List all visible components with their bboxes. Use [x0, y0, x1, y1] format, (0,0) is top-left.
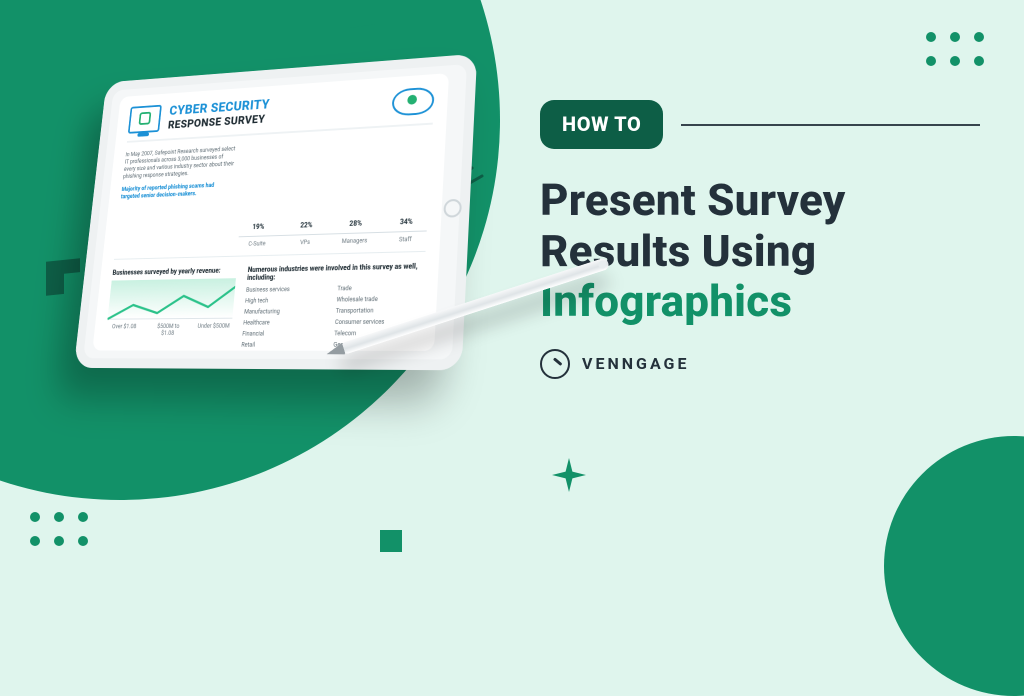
headline-line: Present Survey	[540, 175, 980, 226]
x-label: Managers	[334, 237, 375, 245]
section-title: Businesses surveyed by yearly revenue:	[112, 266, 237, 276]
bar	[290, 232, 322, 233]
bullet: Business services	[246, 284, 329, 294]
bullet: High tech	[245, 296, 328, 306]
headline-accent: Infographics	[540, 276, 980, 327]
bullet: Retail	[241, 340, 324, 349]
bar-label: 19%	[252, 223, 265, 231]
brand-name: VENNGAGE	[582, 354, 689, 373]
bullet: Wholesale trade	[336, 294, 423, 304]
bullet: Financial	[242, 329, 325, 338]
area-chart	[107, 278, 236, 319]
bar	[389, 229, 422, 230]
bar-label: 22%	[300, 221, 313, 229]
bullet-grid: Business services Trade High tech Wholesal…	[241, 283, 424, 350]
tablet-home-button-icon	[443, 199, 462, 218]
section-title: Numerous industries were involved in thi…	[247, 262, 425, 282]
accent-square	[350, 24, 376, 54]
lock-icon	[139, 112, 152, 125]
headline: Present Survey Results Using Infographic…	[540, 175, 980, 327]
brand-logo-icon	[540, 349, 570, 379]
bar	[339, 230, 371, 231]
x-label: VPs	[285, 239, 325, 247]
divider	[114, 251, 426, 260]
how-to-badge: HOW TO	[540, 100, 663, 149]
monitor-icon	[128, 105, 162, 134]
x-label: C-Suite	[237, 240, 276, 248]
tablet-screen: CYBER SECURITY RESPONSE SURVEY In May 20…	[92, 73, 449, 351]
bar-label: 34%	[400, 218, 413, 227]
doc-intro-col: In May 2007, Safepoint Research surveyed…	[115, 146, 236, 252]
brand-row: VENNGAGE	[540, 349, 980, 379]
dot-grid-top-right	[926, 32, 988, 70]
sparkle-icon	[552, 458, 586, 492]
badge-row: HOW TO	[540, 100, 980, 149]
bar-chart: 19% 22% 28% 34%	[238, 134, 432, 237]
bar	[242, 233, 273, 234]
doc-title: CYBER SECURITY RESPONSE SURVEY	[167, 97, 270, 131]
bullet: Transportation	[335, 306, 422, 316]
doc-chart-col: 19% 22% 28% 34% C-Suite VPs Managers Sta…	[237, 134, 432, 248]
eye-icon	[391, 87, 435, 117]
x-label: Staff	[384, 236, 426, 244]
bullet: Healthcare	[243, 318, 326, 328]
doc-row: In May 2007, Safepoint Research surveyed…	[115, 134, 432, 251]
doc-header: CYBER SECURITY RESPONSE SURVEY	[127, 86, 435, 143]
doc-area-col: Businesses surveyed by yearly revenue: O…	[104, 266, 237, 349]
bullet: Manufacturing	[244, 307, 327, 317]
divider-line	[681, 124, 980, 126]
bg-blob-bottom-right	[884, 436, 1024, 696]
copy-column: HOW TO Present Survey Results Using Info…	[540, 100, 980, 379]
tablet-illustration: CYBER SECURITY RESPONSE SURVEY In May 20…	[60, 60, 500, 420]
accent-square	[380, 530, 402, 552]
bar-label: 28%	[349, 220, 362, 228]
dot-grid-bottom-left	[30, 512, 92, 550]
bullet: Trade	[337, 283, 424, 294]
